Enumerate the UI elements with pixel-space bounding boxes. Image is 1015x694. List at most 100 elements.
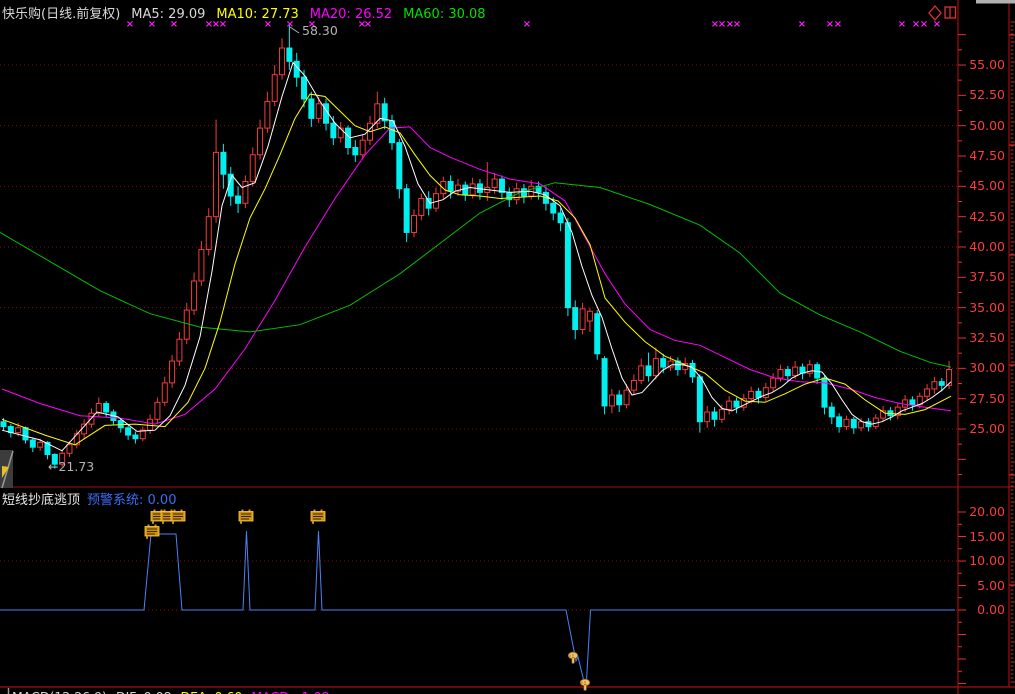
price-axis-label: 30.00: [958, 360, 1005, 376]
candle-body-down: [309, 99, 314, 118]
dif-value: DIF: 0.08: [116, 689, 172, 694]
candle-body-down: [499, 179, 504, 192]
candle-body-down: [463, 185, 468, 195]
candle-body-down: [573, 308, 578, 330]
ma5-value: MA5: 29.09: [131, 7, 205, 22]
candle-body-up: [631, 380, 636, 390]
candle-body-down: [23, 428, 28, 440]
macd-footer: MACD(12,26,9)DIF: 0.08DEA: 0.60MACD: -1.…: [12, 689, 338, 694]
overlay-diamond-icon[interactable]: [929, 6, 941, 20]
candle-body-up: [639, 366, 644, 381]
candle-body-up: [316, 104, 321, 119]
candle-body-up: [580, 309, 585, 330]
candle-body-down: [521, 189, 526, 196]
candle-body-down: [646, 366, 651, 376]
candle-body-up: [705, 412, 710, 422]
candle-body-down: [397, 143, 402, 189]
candle-body-up: [272, 75, 277, 102]
ma60-line: [0, 183, 951, 367]
candle-body-up: [749, 391, 754, 398]
candle-body-down: [712, 412, 717, 419]
candle-body-down: [236, 196, 241, 203]
indicator-axis-label: 0.00: [958, 602, 1005, 618]
price-axis-label: 55.00: [958, 57, 1005, 73]
candle-body-up: [411, 215, 416, 232]
indicator-axis-label: 10.00: [958, 553, 1005, 569]
buy-hand-icon: [568, 652, 578, 663]
indicator-name: 短线抄底逃顶: [2, 493, 80, 508]
sell-x-mark-icon: ×: [920, 19, 928, 30]
candle-body-down: [939, 382, 944, 386]
trading-app-window: ××××××××××××××××××××××× 快乐购(日线.前复权)MA5: …: [0, 0, 1015, 694]
sell-x-mark-icon: ×: [523, 19, 531, 30]
candle-body-up: [170, 361, 175, 383]
candle-body-up: [250, 155, 255, 182]
symbol-title: 快乐购(日线.前复权): [2, 7, 120, 22]
candle-body-down: [910, 400, 915, 405]
indicator-axis-label: 15.00: [958, 529, 1005, 545]
candle-body-down: [697, 377, 702, 422]
candle-body-down: [30, 440, 35, 447]
indicator-line: [0, 531, 955, 690]
chart-canvas[interactable]: ×××××××××××××××××××××××: [0, 0, 1015, 694]
candle-body-down: [551, 203, 556, 213]
ma20-line: [2, 127, 951, 424]
candle-body-up: [280, 48, 285, 75]
candle-body-down: [829, 407, 834, 417]
candle-body-up: [265, 101, 270, 128]
candle-body-down: [851, 419, 856, 427]
candle-body-up: [214, 152, 219, 216]
candle-body-up: [793, 367, 798, 375]
sell-x-mark-icon: ×: [798, 19, 806, 30]
price-axis-label: 27.50: [958, 391, 1005, 407]
candle-body-up: [258, 128, 263, 155]
candle-body-up: [763, 388, 768, 398]
candle-body-up: [162, 383, 167, 402]
candle-body-up: [419, 198, 424, 215]
candle-body-down: [133, 435, 138, 439]
candle-body-down: [382, 104, 387, 121]
sell-x-mark-icon: ×: [933, 19, 941, 30]
indicator-axis-label: 20.00: [958, 504, 1005, 520]
candle-body-down: [785, 370, 790, 376]
candle-body-down: [1, 422, 6, 427]
scrollbar-fragment[interactable]: [976, 0, 1015, 4]
candle-body-up: [932, 382, 937, 389]
candle-body-down: [734, 401, 739, 407]
candle-body-up: [609, 395, 614, 406]
candle-body-up: [778, 370, 783, 378]
candle-body-up: [199, 249, 204, 281]
candle-body-up: [727, 401, 732, 409]
candle-body-down: [331, 123, 336, 138]
high-annotation-pointer: [290, 27, 299, 33]
candle-body-down: [221, 152, 226, 174]
price-axis-label: 35.00: [958, 300, 1005, 316]
price-axis-label: 52.50: [958, 87, 1005, 103]
candle-body-down: [558, 213, 563, 223]
candle-body-up: [360, 140, 365, 155]
indicator-axis-label: 5.00: [958, 578, 1005, 594]
candle-body-up: [192, 281, 197, 310]
candle-body-up: [925, 389, 930, 396]
candle-body-up: [177, 339, 182, 361]
price-axis-label: 40.00: [958, 239, 1005, 255]
candle-body-up: [587, 311, 592, 321]
candle-body-up: [719, 410, 724, 420]
candle-body-up: [771, 378, 776, 388]
buy-hand-icon: [580, 679, 590, 690]
candle-body-down: [389, 121, 394, 143]
candle-body-down: [404, 189, 409, 233]
price-axis-label: 45.00: [958, 178, 1005, 194]
macd-params-label: MACD(12,26,9): [12, 689, 107, 694]
price-axis-label: 25.00: [958, 421, 1005, 437]
candle-body-up: [859, 422, 864, 428]
candle-body-down: [837, 417, 842, 427]
sell-sign-icon: [145, 525, 159, 539]
candle-body-down: [617, 395, 622, 405]
ma5-line: [2, 63, 951, 451]
candle-body-up: [441, 181, 446, 193]
high-price-annotation: 58.30: [302, 23, 338, 38]
ma60-value: MA60: 30.08: [403, 7, 485, 22]
price-axis-label: 47.50: [958, 148, 1005, 164]
sell-sign-icon: [171, 510, 185, 524]
